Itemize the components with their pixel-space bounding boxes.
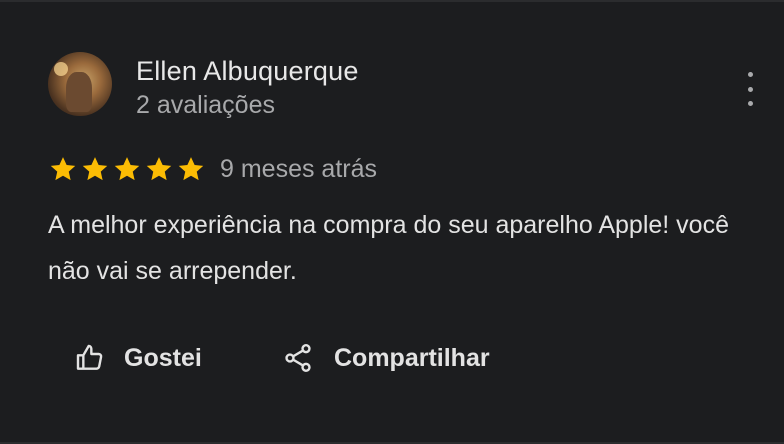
review-time: 9 meses atrás [220, 155, 378, 183]
share-icon [285, 344, 311, 372]
share-button[interactable]: Compartilhar [282, 338, 490, 378]
like-label: Gostei [124, 343, 202, 372]
star-rating [48, 153, 206, 185]
thumb-up-icon [76, 344, 103, 370]
more-options-button[interactable] [740, 72, 760, 106]
avatar-figure [66, 72, 92, 112]
author-name[interactable]: Ellen Albuquerque [136, 56, 359, 87]
share-label: Compartilhar [334, 343, 490, 372]
review-text: A melhor experiência na compra do seu ap… [48, 211, 729, 285]
review-card: Ellen Albuquerque 2 avaliações 9 meses a… [0, 0, 784, 444]
avatar-light [54, 62, 68, 76]
like-button[interactable]: Gostei [74, 338, 202, 378]
star-icon [146, 157, 172, 181]
star-icon [178, 157, 204, 181]
star-icon [82, 157, 108, 181]
star-icon [50, 157, 76, 181]
more-vert-icon [747, 72, 753, 77]
avatar[interactable] [48, 52, 112, 116]
author-review-count: 2 avaliações [136, 91, 275, 119]
star-icon [114, 157, 140, 181]
